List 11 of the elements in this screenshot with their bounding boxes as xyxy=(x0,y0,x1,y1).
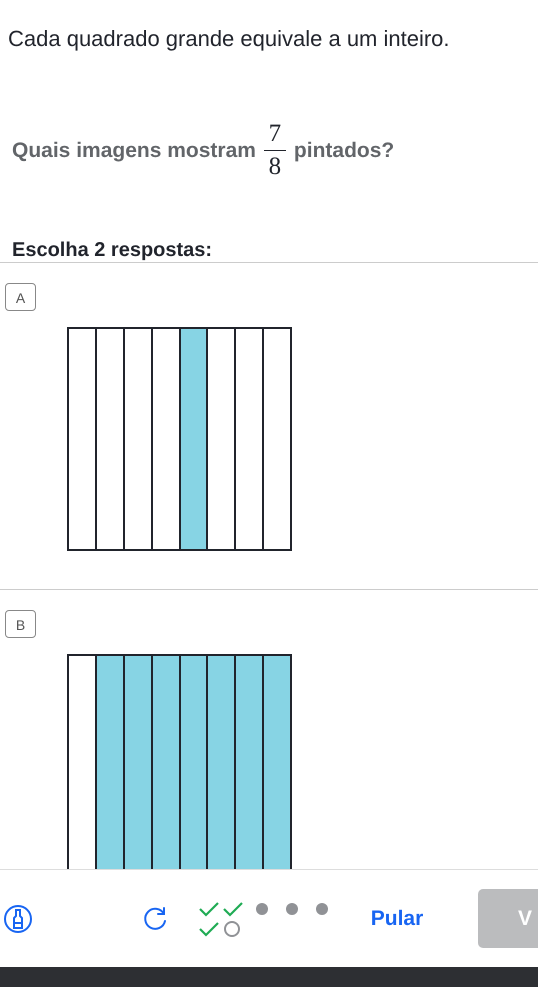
question-text: pintados? xyxy=(294,138,394,162)
option-letter[interactable]: B xyxy=(5,610,36,638)
fraction-denominator: 8 xyxy=(268,153,282,181)
instruction-text: Escolha 2 respostas: xyxy=(12,239,214,262)
skip-button[interactable]: Pular xyxy=(366,902,428,934)
option-letter[interactable]: A xyxy=(5,283,36,311)
question-text: Quais imagens mostram xyxy=(12,138,256,162)
fraction-grid[interactable] xyxy=(67,327,292,551)
fraction-numerator: 7 xyxy=(268,120,282,148)
intro-text: Cada quadrado grande equivale a um inteiro. xyxy=(8,26,451,52)
fraction-grid[interactable] xyxy=(67,654,292,869)
